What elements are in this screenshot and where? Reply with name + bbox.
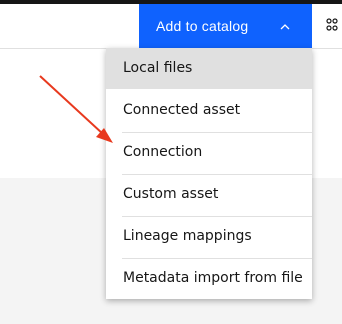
- menu-item-label: Metadata import from file: [123, 270, 303, 286]
- add-to-catalog-label: Add to catalog: [156, 18, 249, 34]
- menu-item-label: Local files: [123, 60, 193, 76]
- menu-item-connected-asset[interactable]: Connected asset: [106, 90, 312, 131]
- add-to-catalog-menu: Local files Connected asset Connection C…: [106, 48, 312, 299]
- chevron-up-icon: [280, 24, 290, 30]
- menu-divider: [122, 174, 312, 175]
- menu-divider: [122, 132, 312, 133]
- menu-item-label: Connection: [123, 144, 203, 160]
- menu-item-label: Connected asset: [123, 102, 241, 118]
- menu-divider: [122, 216, 312, 217]
- menu-item-label: Custom asset: [123, 186, 219, 202]
- add-to-catalog-button[interactable]: Add to catalog: [139, 4, 312, 48]
- menu-item-connection[interactable]: Connection: [106, 132, 312, 173]
- menu-item-custom-asset[interactable]: Custom asset: [106, 174, 312, 215]
- menu-item-local-files[interactable]: Local files: [106, 48, 312, 89]
- menu-item-label: Lineage mappings: [123, 228, 252, 244]
- grid-icon[interactable]: [326, 18, 342, 34]
- menu-divider: [122, 258, 312, 259]
- menu-item-metadata-import[interactable]: Metadata import from file: [106, 258, 312, 299]
- menu-item-lineage-mappings[interactable]: Lineage mappings: [106, 216, 312, 257]
